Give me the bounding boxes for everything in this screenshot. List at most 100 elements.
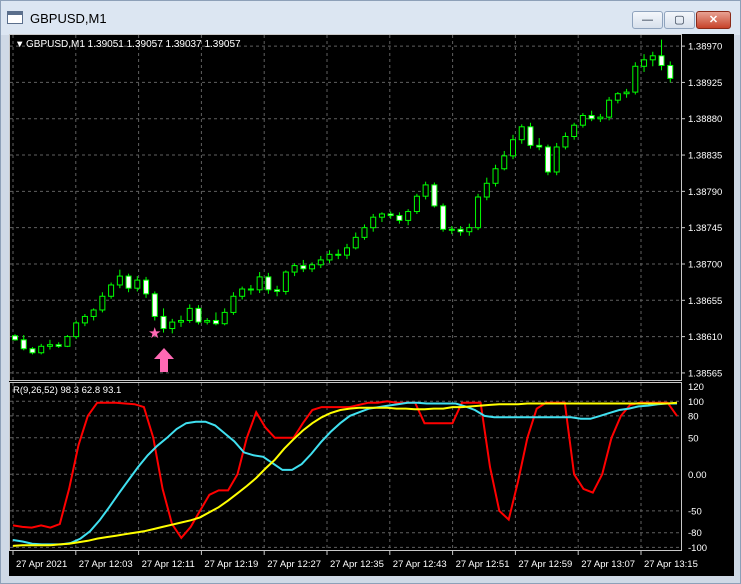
candle (81, 314, 88, 327)
candle (20, 335, 27, 351)
candle (667, 61, 674, 83)
up-arrow-icon (154, 348, 174, 372)
indicator-label: 80 (688, 411, 699, 422)
candle (247, 284, 254, 295)
candle (413, 193, 420, 214)
candle (55, 342, 62, 348)
chart-window-icon (7, 11, 23, 24)
candle (317, 255, 324, 269)
candle (466, 223, 473, 236)
candle (623, 88, 630, 98)
candle (265, 272, 272, 294)
candle (649, 51, 656, 67)
indicator-header: R(9,26,52) 98.3 62.8 93.1 (13, 385, 121, 396)
time-label: 27 Apr 13:07 (581, 559, 635, 570)
indicator-grid (10, 383, 681, 551)
candle (597, 113, 604, 122)
candle (151, 291, 158, 321)
indicator-label: -100 (688, 543, 707, 554)
candle (378, 212, 385, 223)
candle (571, 122, 578, 140)
window-titlebar[interactable]: GBPUSD,M1 — ▢ ✕ (1, 1, 740, 35)
price-label: 1.38790 (688, 187, 722, 198)
candle (116, 269, 123, 289)
indicator-axis: 120 100 80 50 0.00 -50 -80 -100 (688, 382, 707, 554)
candle (344, 243, 350, 260)
indicator-label: -80 (688, 528, 702, 539)
time-label: 27 Apr 12:43 (393, 559, 447, 570)
candle (422, 181, 429, 200)
candle (387, 211, 394, 219)
price-label: 1.38970 (688, 42, 722, 53)
chart-area[interactable]: ▼ GBPUSD,M1 1.39051 1.39057 1.39037 1.39… (9, 34, 734, 576)
price-chart-svg[interactable]: ▼ GBPUSD,M1 1.39051 1.39057 1.39037 1.39… (9, 34, 734, 576)
indicator-line-r26 (12, 401, 677, 546)
candle (178, 315, 184, 327)
price-label: 1.38565 (688, 368, 722, 379)
price-label: 1.38835 (688, 151, 722, 162)
indicator-lines (12, 400, 678, 547)
candle (239, 286, 246, 300)
candle (579, 113, 586, 128)
candle (396, 212, 403, 224)
close-button[interactable]: ✕ (696, 11, 731, 29)
time-label: 27 Apr 13:15 (644, 559, 698, 570)
time-label: 27 Apr 12:27 (267, 559, 321, 570)
candle (641, 54, 648, 72)
indicator-label: 120 (688, 382, 704, 393)
time-label: 27 Apr 12:03 (79, 559, 133, 570)
candle (370, 213, 377, 232)
candle (125, 273, 132, 293)
candle (606, 96, 613, 121)
candle (186, 304, 193, 323)
candle (527, 122, 534, 149)
candle (536, 138, 543, 151)
candle (46, 339, 53, 350)
price-axis: 1.38970 1.38925 1.38880 1.38835 1.38790 1.387… (681, 42, 722, 379)
candle (553, 142, 560, 176)
candle (64, 335, 71, 348)
indicator-line-r9 (12, 400, 678, 540)
candle (475, 193, 482, 231)
candle (544, 144, 551, 176)
candle (29, 347, 36, 355)
chart-header-triangle[interactable]: ▼ (15, 39, 24, 50)
candle (204, 318, 211, 325)
candle (658, 39, 665, 71)
price-label: 1.38610 (688, 332, 722, 343)
candle (274, 285, 281, 297)
candle (230, 292, 237, 315)
candle (99, 292, 106, 313)
candle (510, 134, 516, 160)
time-label: 27 Apr 12:11 (142, 559, 195, 570)
candle (326, 250, 333, 264)
candle (614, 92, 621, 104)
candle (300, 259, 307, 273)
candle (195, 305, 202, 325)
candle (143, 276, 150, 298)
candle (483, 177, 490, 201)
indicator-label: 50 (688, 433, 699, 444)
chart-header: GBPUSD,M1 1.39051 1.39057 1.39037 1.3905… (26, 39, 241, 50)
candle (335, 249, 342, 260)
candle (501, 151, 508, 171)
candle (169, 318, 176, 334)
candle (361, 224, 368, 240)
price-label: 1.38655 (688, 296, 722, 307)
candle (440, 203, 447, 232)
maximize-button[interactable]: ▢ (664, 11, 695, 29)
candle (588, 110, 595, 122)
star-marker: ★ (148, 325, 161, 342)
candle (518, 124, 525, 144)
time-label: 27 Apr 12:19 (204, 559, 258, 570)
time-label: 27 Apr 12:35 (330, 559, 384, 570)
price-label: 1.38700 (688, 259, 722, 270)
minimize-button[interactable]: — (632, 11, 663, 29)
candle (291, 263, 298, 277)
candle (562, 132, 569, 150)
time-label: 27 Apr 12:51 (456, 559, 510, 570)
mt4-chart-window: GBPUSD,M1 — ▢ ✕ ▼ GBPUSD,M1 1.39051 1.39… (0, 0, 741, 584)
candle (108, 282, 115, 299)
price-label: 1.38925 (688, 78, 722, 89)
candles (12, 39, 674, 355)
